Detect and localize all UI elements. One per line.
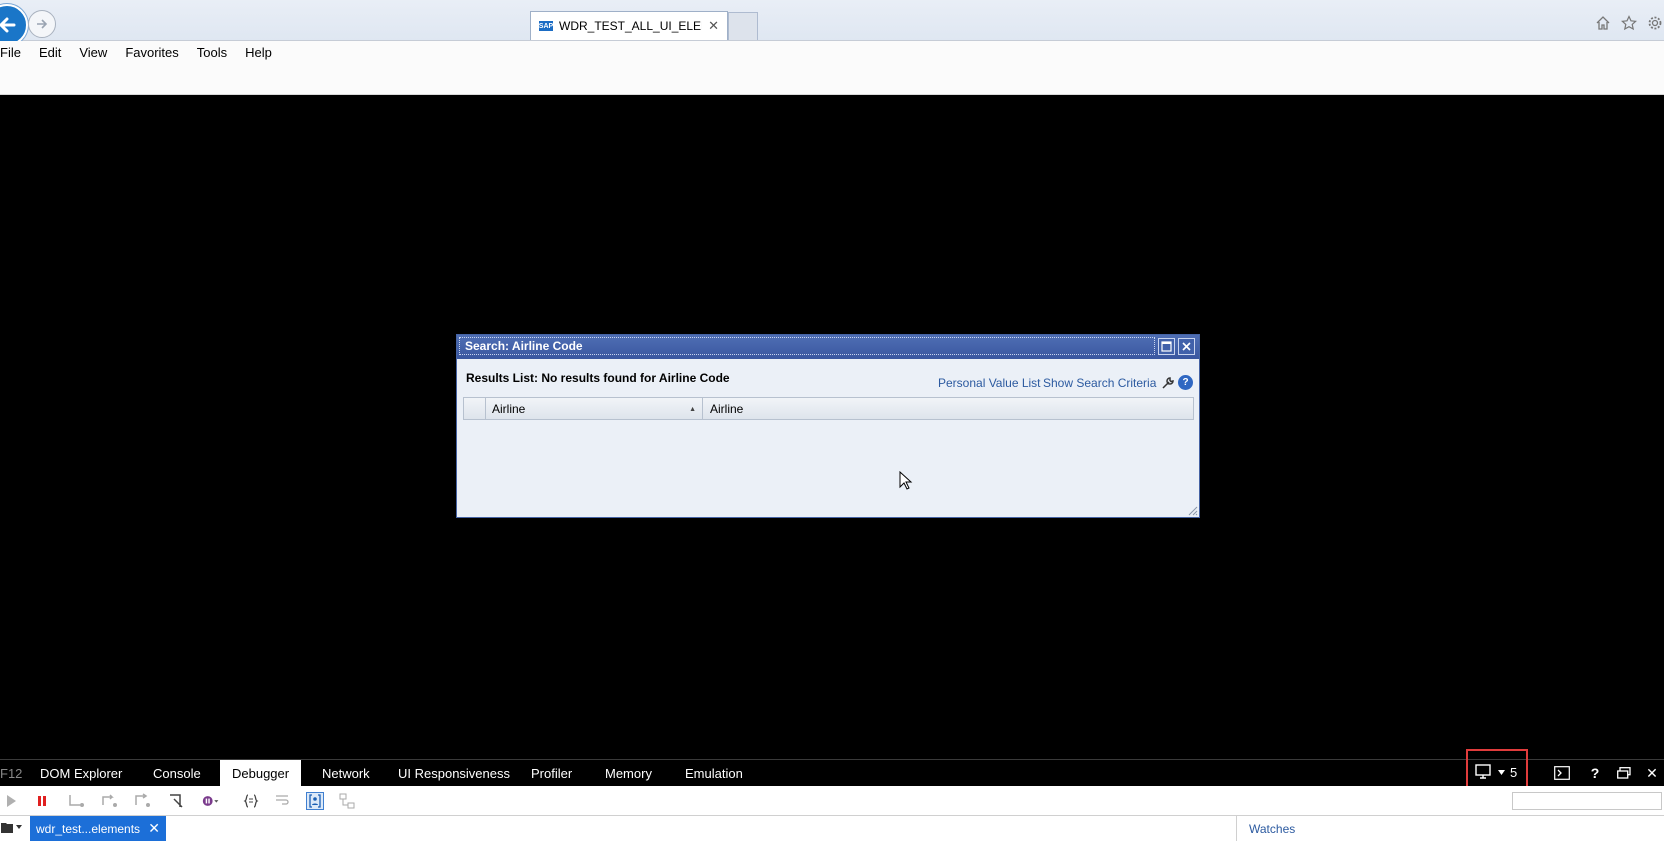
- results-table-header: Airline ▲ Airline: [463, 397, 1194, 420]
- tab-console[interactable]: Console: [141, 760, 213, 786]
- column-header-airline-code[interactable]: Airline ▲: [485, 398, 703, 419]
- forward-button[interactable]: [28, 10, 56, 38]
- maximize-icon: [1161, 341, 1172, 352]
- find-input[interactable]: [1512, 792, 1662, 810]
- close-tab-icon[interactable]: ✕: [708, 18, 719, 34]
- new-tab-button[interactable]: [728, 12, 758, 40]
- caret-down-icon: [1498, 769, 1505, 775]
- menu-file[interactable]: File: [0, 45, 30, 60]
- watches-panel-title[interactable]: Watches: [1236, 816, 1664, 841]
- folder-icon: [1, 823, 13, 833]
- step-over-icon[interactable]: [101, 792, 119, 810]
- break-icon[interactable]: [33, 792, 51, 810]
- menu-view[interactable]: View: [70, 45, 116, 60]
- gear-icon[interactable]: [1646, 14, 1664, 32]
- just-my-code-icon[interactable]: [306, 792, 324, 810]
- undock-icon[interactable]: [1615, 764, 1633, 782]
- results-list-title: Results List: No results found for Airli…: [466, 371, 730, 385]
- arrow-right-icon: [37, 19, 48, 29]
- dialog-title: Search: Airline Code: [459, 337, 1155, 355]
- menu-bar: File Edit View Favorites Tools Help: [0, 41, 1664, 63]
- caret-down-icon: [16, 825, 22, 829]
- target-selector[interactable]: 5: [1475, 764, 1517, 780]
- pretty-print-icon[interactable]: [242, 792, 260, 810]
- command-bar: [0, 63, 1664, 95]
- column-header-airline-name[interactable]: Airline: [703, 398, 743, 419]
- home-icon[interactable]: [1594, 14, 1612, 32]
- monitor-icon: [1475, 764, 1491, 779]
- tab-ui-responsiveness[interactable]: UI Responsiveness: [386, 760, 522, 786]
- close-dialog-button[interactable]: [1178, 338, 1195, 355]
- step-into-icon[interactable]: [68, 792, 86, 810]
- console-icon[interactable]: [1553, 764, 1571, 782]
- exception-behavior-icon[interactable]: [202, 792, 220, 810]
- sap-favicon-icon: SAP: [538, 21, 554, 31]
- step-out-icon[interactable]: [134, 792, 152, 810]
- wrench-icon[interactable]: [1160, 375, 1175, 390]
- tab-network[interactable]: Network: [310, 760, 382, 786]
- tab-memory[interactable]: Memory: [593, 760, 664, 786]
- source-map-icon[interactable]: [338, 792, 356, 810]
- star-icon[interactable]: [1620, 14, 1638, 32]
- menu-tools[interactable]: Tools: [188, 45, 236, 60]
- menu-help[interactable]: Help: [236, 45, 281, 60]
- debugger-toolbar: [0, 786, 1664, 816]
- menu-edit[interactable]: Edit: [30, 45, 70, 60]
- back-button[interactable]: [0, 4, 28, 46]
- help-icon[interactable]: ?: [1178, 375, 1193, 390]
- sort-ascending-icon[interactable]: ▲: [689, 406, 696, 413]
- tab-emulation[interactable]: Emulation: [673, 760, 755, 786]
- tab-debugger[interactable]: Debugger: [220, 760, 302, 786]
- maximize-button[interactable]: [1158, 338, 1175, 355]
- file-tab-wdr-test-elements[interactable]: wdr_test...elements ✕: [30, 816, 166, 841]
- continue-icon[interactable]: [2, 792, 20, 810]
- f12-label: F12: [0, 766, 23, 781]
- dialog-header[interactable]: Search: Airline Code: [457, 335, 1199, 359]
- tab-dom-explorer[interactable]: DOM Explorer: [28, 760, 134, 786]
- close-file-tab-icon[interactable]: ✕: [148, 820, 160, 837]
- personal-value-list-link[interactable]: Personal Value List: [938, 376, 1041, 390]
- resize-grip-icon[interactable]: [1186, 504, 1198, 516]
- column-header-label: Airline: [492, 401, 526, 416]
- column-header-label: Airline: [710, 401, 744, 416]
- arrow-left-icon: [0, 17, 16, 33]
- close-devtools-icon[interactable]: ✕: [1643, 764, 1661, 782]
- tab-profiler[interactable]: Profiler: [519, 760, 584, 786]
- browser-title-bar: SAP WDR_TEST_ALL_UI_ELEME... ✕: [0, 0, 1664, 46]
- browser-toolbar-icons: [1594, 14, 1664, 32]
- open-document-button[interactable]: [0, 820, 22, 834]
- show-search-criteria-link[interactable]: Show Search Criteria: [1043, 376, 1156, 390]
- break-on-new-worker-icon[interactable]: [168, 792, 186, 810]
- close-icon: [1182, 342, 1191, 351]
- target-count: 5: [1510, 764, 1518, 780]
- file-tab-label: wdr_test...elements: [36, 821, 141, 836]
- help-icon[interactable]: ?: [1586, 764, 1604, 782]
- menu-favorites[interactable]: Favorites: [116, 45, 187, 60]
- browser-tab[interactable]: SAP WDR_TEST_ALL_UI_ELEME... ✕: [530, 11, 728, 40]
- word-wrap-icon[interactable]: [274, 792, 292, 810]
- browser-tab-title: WDR_TEST_ALL_UI_ELEME...: [559, 19, 702, 33]
- devtools-tab-bar: F12 DOM Explorer Console Debugger Networ…: [0, 759, 1664, 786]
- select-all-cell[interactable]: [464, 398, 486, 419]
- mouse-cursor-icon: [899, 471, 913, 490]
- search-dialog: Search: Airline Code Results List: No re…: [456, 334, 1200, 518]
